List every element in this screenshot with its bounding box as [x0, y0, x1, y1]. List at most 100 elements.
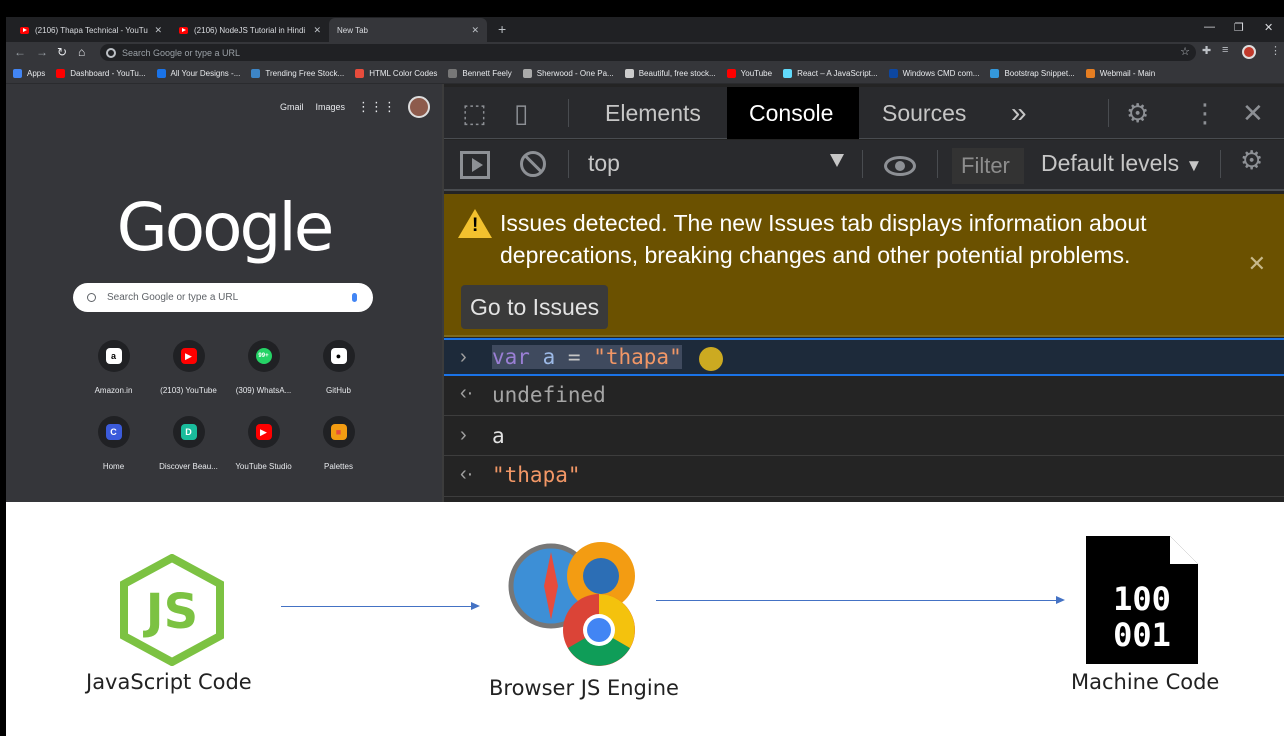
- bookmark-item[interactable]: Trending Free Stock...: [251, 68, 344, 78]
- home-icon[interactable]: ⌂: [78, 45, 85, 59]
- apps-grid-icon: [13, 68, 22, 78]
- google-apps-icon[interactable]: ⋮⋮⋮: [357, 99, 396, 115]
- shortcut-glyph: ■: [330, 424, 347, 440]
- shortcut-icon: a: [97, 340, 130, 372]
- bookmark-item[interactable]: Webmail - Main: [1085, 68, 1155, 78]
- ntp-search-placeholder: Search Google or type a URL: [107, 292, 239, 303]
- close-window-icon[interactable]: ✕: [1264, 21, 1273, 34]
- gmail-link[interactable]: Gmail: [280, 102, 304, 112]
- close-devtools-icon[interactable]: ✕: [1242, 87, 1264, 139]
- bookmark-item[interactable]: HTML Color Codes: [355, 68, 438, 78]
- arrow-head: [1056, 596, 1065, 604]
- reading-list-icon[interactable]: ≡: [1222, 44, 1228, 56]
- minimize-icon[interactable]: —: [1204, 21, 1215, 33]
- log-levels-label: Default levels: [1041, 150, 1180, 176]
- devtools-tab-bar: ⬚ ▯ Elements Console Sources » ⚙ ⋮ ✕: [444, 87, 1284, 139]
- profile-avatar[interactable]: [1242, 45, 1256, 59]
- bookmark-label: Sherwood - One Pa...: [536, 68, 614, 78]
- shortcut-tile[interactable]: ● GitHub: [301, 340, 376, 395]
- chevron-down-icon[interactable]: [830, 154, 844, 167]
- console-input-line[interactable]: › var a = "thapa": [444, 338, 1284, 376]
- images-link[interactable]: Images: [315, 102, 345, 112]
- bookmark-star-icon[interactable]: ☆: [1180, 45, 1190, 58]
- back-icon[interactable]: ←: [14, 45, 26, 59]
- kebab-menu-icon[interactable]: ⋮: [1192, 87, 1218, 139]
- restore-icon[interactable]: ❐: [1234, 21, 1244, 34]
- shortcut-tile[interactable]: C Home: [76, 416, 151, 471]
- log-levels-dropdown[interactable]: Default levels ▼: [1041, 150, 1202, 177]
- shortcut-label: GitHub: [326, 386, 351, 395]
- console-output: undefined: [492, 383, 606, 407]
- bookmark-item[interactable]: Bootstrap Snippet...: [990, 68, 1075, 78]
- new-tab-button[interactable]: +: [498, 21, 506, 37]
- tab-sources[interactable]: Sources: [860, 87, 988, 139]
- bookmark-item[interactable]: Beautiful, free stock...: [624, 68, 716, 78]
- youtube-favicon-icon: [179, 26, 188, 34]
- forward-icon[interactable]: →: [36, 45, 48, 59]
- input-prompt-icon: ›: [460, 424, 467, 446]
- reload-icon[interactable]: ↻: [57, 45, 67, 59]
- tab-close-icon[interactable]: ✕: [471, 25, 479, 36]
- shortcut-tile[interactable]: a Amazon.in: [76, 340, 151, 395]
- tab-elements[interactable]: Elements: [583, 87, 723, 139]
- bookmark-item[interactable]: Apps: [13, 68, 45, 78]
- shortcut-glyph: ●: [330, 348, 347, 364]
- bookmark-item[interactable]: Bennett Feely: [448, 68, 512, 78]
- shortcut-label: Palettes: [324, 462, 353, 471]
- bookmark-item[interactable]: All Your Designs -...: [156, 68, 241, 78]
- bookmark-item[interactable]: React – A JavaScript...: [783, 68, 878, 78]
- shortcut-tile[interactable]: ▶ YouTube Studio: [226, 416, 301, 471]
- tab-label: (2106) Thapa Technical - YouTub: [35, 25, 149, 35]
- shortcut-icon: ▶: [247, 416, 280, 448]
- tab-thapa-technical[interactable]: (2106) Thapa Technical - YouTub ✕: [12, 18, 170, 42]
- sidebar-toggle-icon[interactable]: [460, 151, 490, 179]
- bookmark-label: All Your Designs -...: [170, 68, 241, 78]
- issues-banner: Issues detected. The new Issues tab disp…: [444, 194, 1284, 337]
- console-code[interactable]: var a = "thapa": [492, 345, 682, 369]
- filter-placeholder: Filter: [961, 153, 1010, 178]
- ntp-shortcuts: a Amazon.in ▶ (2103) YouTube 99+ (309) WhatsA…: [76, 340, 376, 471]
- shortcut-label: Amazon.in: [94, 386, 133, 395]
- output-arrow-icon: ‹·: [460, 382, 474, 404]
- context-selector[interactable]: top: [588, 150, 620, 177]
- bookmark-favicon-icon: [56, 68, 66, 78]
- caret-down-icon: ▼: [1185, 156, 1203, 175]
- microphone-icon[interactable]: [352, 293, 357, 302]
- shortcut-glyph: ▶: [255, 424, 272, 440]
- shortcut-tile[interactable]: ▶ (2103) YouTube: [151, 340, 226, 395]
- tab-close-icon[interactable]: ✕: [313, 25, 321, 36]
- bookmark-label: HTML Color Codes: [369, 68, 438, 78]
- ntp-avatar[interactable]: [408, 96, 430, 118]
- bookmark-item[interactable]: Dashboard - YouTu...: [56, 68, 146, 78]
- tab-new-tab[interactable]: New Tab ✕: [329, 18, 487, 42]
- device-toolbar-icon[interactable]: ▯: [514, 87, 528, 139]
- shortcut-icon: C: [97, 416, 130, 448]
- close-banner-icon[interactable]: ✕: [1248, 251, 1266, 277]
- omnibox[interactable]: Search Google or type a URL ☆: [100, 44, 1196, 61]
- console-settings-gear-icon[interactable]: ⚙: [1240, 134, 1263, 186]
- console-filter-input[interactable]: Filter: [952, 148, 1024, 184]
- bookmark-item[interactable]: Sherwood - One Pa...: [522, 68, 614, 78]
- inspect-element-icon[interactable]: ⬚: [462, 87, 487, 139]
- ntp-search-input[interactable]: Search Google or type a URL: [73, 283, 373, 312]
- bookmark-favicon-icon: [522, 68, 532, 78]
- clear-console-icon[interactable]: [520, 151, 546, 177]
- nodejs-hexagon-icon: JS: [120, 554, 224, 666]
- tab-console[interactable]: Console: [727, 87, 859, 139]
- shortcut-tile[interactable]: 99+ (309) WhatsA...: [226, 340, 301, 395]
- shortcut-tile[interactable]: ■ Palettes: [301, 416, 376, 471]
- bookmark-item[interactable]: Windows CMD com...: [888, 68, 979, 78]
- go-to-issues-button[interactable]: Go to Issues: [461, 285, 609, 329]
- settings-gear-icon[interactable]: ⚙: [1126, 87, 1149, 139]
- separator: [937, 150, 938, 178]
- cursor-highlight: [699, 347, 723, 371]
- shortcut-tile[interactable]: D Discover Beau...: [151, 416, 226, 471]
- bookmark-label: Bennett Feely: [462, 68, 512, 78]
- bookmark-item[interactable]: YouTube: [726, 68, 772, 78]
- tab-close-icon[interactable]: ✕: [154, 25, 162, 36]
- chrome-menu-icon[interactable]: ⋮: [1270, 44, 1281, 57]
- tab-nodejs-tutorial[interactable]: (2106) NodeJS Tutorial in Hindi # ✕: [171, 18, 329, 42]
- more-tabs-icon[interactable]: »: [989, 87, 1049, 139]
- live-expression-eye-icon[interactable]: [884, 156, 916, 176]
- extensions-icon[interactable]: ✚: [1202, 44, 1211, 57]
